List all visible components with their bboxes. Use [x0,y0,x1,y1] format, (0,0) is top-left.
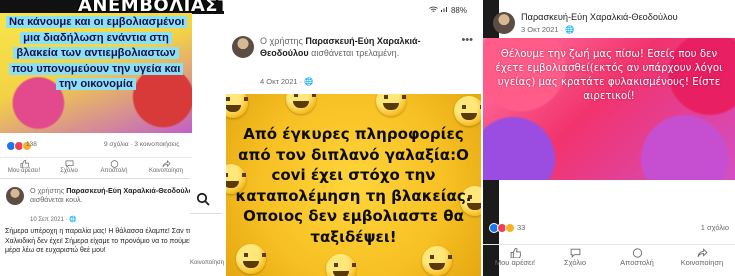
comment-button[interactable]: Σχόλιο [555,248,595,267]
post-date[interactable]: 3 Οκτ 2021 · 🌐 [521,25,575,34]
avatar[interactable] [493,12,515,34]
author-name[interactable]: Παρασκευή-Εύη Χαραλκιά-Θεοδούλου [66,186,197,195]
post-header: Ο χρήστης Παρασκευή-Εύη Χαραλκιά-Θεοδούλ… [260,36,460,59]
send-button[interactable]: Αποστολή [96,160,132,174]
post-image[interactable]: Να κάνουμε και οι εμβολιασμένοι μια διαδ… [0,13,192,133]
share-button[interactable]: Κοινοποίηση [673,248,731,267]
share-arrow-icon [162,160,171,168]
post-date[interactable]: 10 Σεπ 2021 · 🌐 [30,216,77,223]
share-button[interactable]: Κοινοποίηση [190,260,224,266]
post-image[interactable]: Θέλουμε την ζωή μας πίσω! Εσείς που δεν … [483,38,735,180]
reactions-count[interactable]: 33 [517,223,525,232]
post-image[interactable]: Από έγκυρες πληροφορίες από τον διπλανό … [226,94,481,276]
laughing-emoji-icon [454,96,481,126]
post-stats: 138 9 σχόλια · 3 κοινοποιήσεις [0,137,192,153]
messenger-icon [632,248,642,258]
share-button[interactable]: Κοινοποίηση [142,160,190,174]
share-arrow-icon [697,248,708,257]
laughing-emoji-icon [422,246,452,276]
post-center: 88% Ο χρήστης Παρασκευή-Εύη Χαραλκιά-Θεο… [224,0,483,276]
post-stats: 33 1 σχόλιο [483,220,735,236]
author-prefix: Ο χρήστης [260,36,303,46]
comment-icon [570,248,580,258]
like-button[interactable]: Μου αρέσει! [489,248,541,267]
laughing-emoji-icon [376,94,406,116]
laughing-emoji-icon [286,94,316,114]
feeling-text: αισθάνεται κουλ. [30,195,83,204]
wifi-icon [428,6,438,12]
care-reaction-icon [505,223,515,234]
phone-status-bar: 88% [224,0,483,22]
post-image-text: Να κάνουμε και οι εμβολιασμένοι μια διαδ… [6,15,188,93]
post-image-text: Θέλουμε την ζωή μας πίσω! Εσείς που δεν … [495,49,723,102]
signal-icon [440,7,447,12]
feeling-text: αισθάνεται τρελαμένη. [311,47,400,58]
post-body-text: Σήμερα υπέροχη η παραλία μας! Η θάλασσα … [5,228,209,254]
post-left-bottom: Ο χρήστης Παρασκευή-Εύη Χαραλκιά-Θεοδούλ… [0,178,222,276]
reaction-icons[interactable] [489,223,515,234]
thumbs-up-icon [20,160,29,168]
like-button[interactable]: Μου αρέσει! [4,160,44,174]
reactions-count[interactable]: 138 [26,141,37,148]
search-icon[interactable] [196,192,210,206]
comment-button[interactable]: Σχόλιο [54,160,84,174]
laughing-emoji-icon [236,244,266,274]
author-prefix: Ο χρήστης [30,186,65,195]
post-right: Παρασκευή-Εύη Χαραλκιά-Θεοδούλου 3 Οκτ 2… [483,0,735,276]
comments-shares-count[interactable]: 9 σχόλια · 3 κοινοποιήσεις [104,141,179,148]
avatar[interactable] [232,36,254,58]
avatar[interactable] [6,187,24,205]
comments-count[interactable]: 1 σχόλιο [701,223,729,232]
laughing-emoji-icon [226,94,248,118]
messenger-icon [110,160,118,168]
battery-indicator: 88% [428,6,467,15]
post-action-bar: Μου αρέσει! Σχόλιο Αποστολή Κοινοποίηση [483,244,735,272]
post-image-text: Από έγκυρες πληροφορίες από τον διπλανό … [235,125,472,246]
thumbs-up-icon [510,248,521,258]
send-button[interactable]: Αποστολή [613,248,661,267]
author-name[interactable]: Παρασκευή-Εύη Χαραλκιά-Θεοδούλου [521,12,678,22]
post-action-bar: Μου αρέσει! Σχόλιο Αποστολή Κοινοποίηση [0,157,192,175]
more-options-icon[interactable]: ••• [461,34,473,46]
post-header: Ο χρήστης Παρασκευή-Εύη Χαραλκιά-Θεοδούλ… [30,186,215,204]
laughing-emoji-icon [326,254,356,276]
post-date[interactable]: 4 Οκτ 2021 · 🌐 [260,77,314,86]
comment-icon [65,160,73,168]
post-left-top: Να κάνουμε και οι εμβολιασμένοι μια διαδ… [0,13,192,175]
